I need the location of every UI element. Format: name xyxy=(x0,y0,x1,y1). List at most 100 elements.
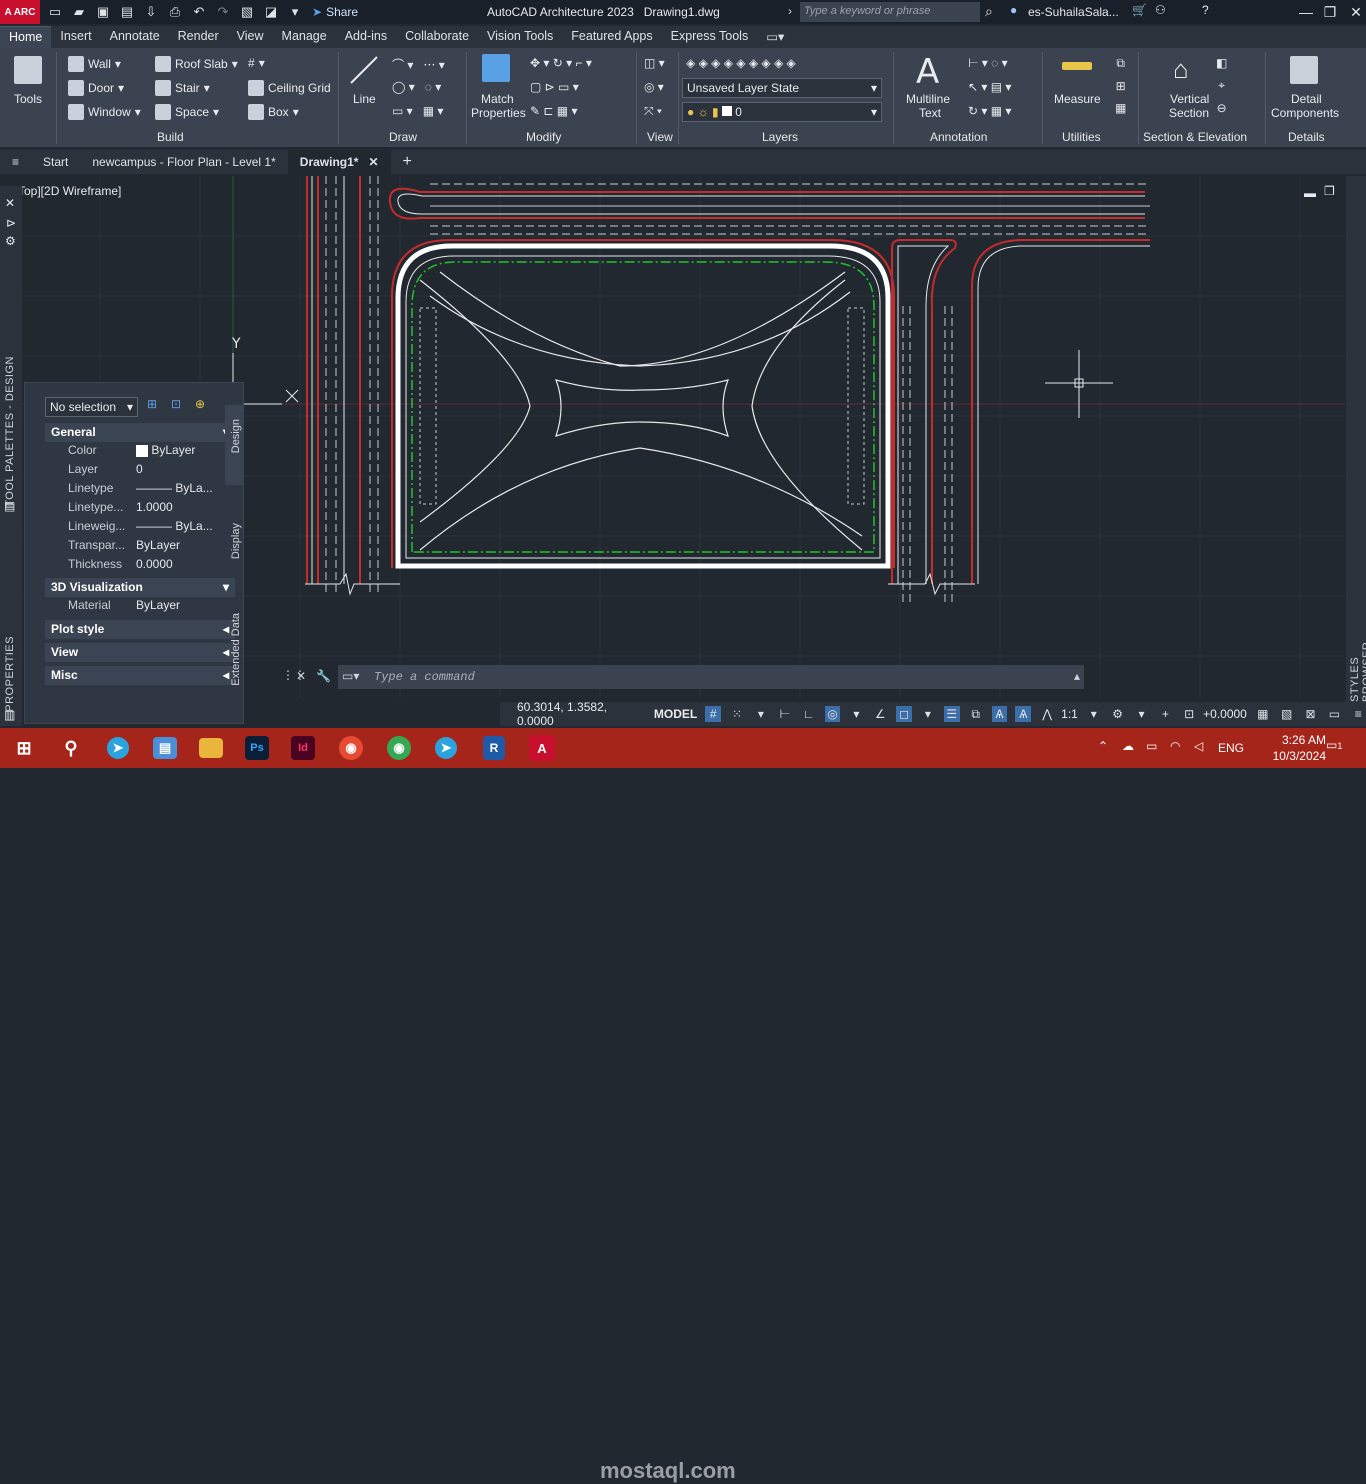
palette-icon[interactable]: ▤ xyxy=(4,499,15,513)
autodesk-connect-icon[interactable]: ⚇ xyxy=(1155,3,1166,17)
pickadd-icon[interactable]: ⊕ xyxy=(195,397,205,411)
autocad-icon[interactable]: A xyxy=(529,735,555,761)
line-button[interactable]: Line xyxy=(353,92,376,106)
utility-icons[interactable]: ⧉ ⊞ ▦ xyxy=(1115,56,1126,115)
autohide-icon[interactable]: ⊳ xyxy=(6,216,16,230)
search-icon[interactable]: ⌕ xyxy=(985,3,993,20)
tab-collaborate[interactable]: Collaborate xyxy=(396,26,478,48)
command-settings-icon[interactable]: 🔧 xyxy=(316,669,331,683)
notification-icon[interactable]: ▭1 xyxy=(1326,738,1342,752)
measure-button[interactable]: Measure xyxy=(1054,92,1101,106)
qat-dropdown-icon[interactable]: ▾ xyxy=(286,3,304,21)
wifi-icon[interactable]: ◠ xyxy=(1170,739,1180,753)
styles-browser-label[interactable]: STYLES BROWSER xyxy=(1349,604,1366,702)
indesign-icon[interactable]: Id xyxy=(291,736,315,760)
onedrive-icon[interactable]: ☁ xyxy=(1122,739,1134,753)
open-folder-icon[interactable]: ▰ xyxy=(70,3,88,21)
scale-dropdown-icon[interactable]: ▾ xyxy=(1086,706,1102,722)
osnap-icon[interactable]: ◻ xyxy=(896,706,912,722)
tab-render[interactable]: Render xyxy=(169,26,228,48)
language-indicator[interactable]: ENG xyxy=(1218,741,1244,755)
leader-icon[interactable]: ↖ ▾ ▤ ▾ xyxy=(968,80,1011,94)
telegram-icon[interactable]: ➤ xyxy=(435,737,457,759)
close-icon[interactable]: ✕ xyxy=(5,196,15,210)
section-misc[interactable]: Misc ◂ xyxy=(45,666,235,685)
user-name[interactable]: es-SuhailaSala... xyxy=(1028,5,1119,19)
match-properties-button[interactable]: Match xyxy=(481,92,514,106)
snap-icon[interactable]: ⁙ xyxy=(729,706,745,722)
selection-cycling-icon[interactable]: ⧉ xyxy=(968,706,984,722)
windows-start-icon[interactable]: ⊞ xyxy=(8,732,40,764)
select-icon[interactable]: ⧉ xyxy=(1116,56,1125,71)
prop-row-color[interactable]: Color ByLayer xyxy=(45,443,235,462)
chrome-profile-icon[interactable]: ◉ xyxy=(339,736,363,760)
line-icon[interactable] xyxy=(348,54,380,86)
command-close-icon[interactable]: ✕ xyxy=(296,669,306,683)
app-logo[interactable]: A ARC xyxy=(0,0,40,24)
new-file-icon[interactable]: ▭ xyxy=(46,3,64,21)
settings-icon[interactable]: ⚙ xyxy=(5,234,16,248)
lineweight-icon[interactable]: ☰ xyxy=(943,706,960,722)
tab-featured-apps[interactable]: Featured Apps xyxy=(562,26,661,48)
cart-icon[interactable]: 🛒 xyxy=(1132,3,1147,17)
erase-icon[interactable]: ✎ ⊏ ▦ ▾ xyxy=(530,104,577,118)
current-layer-dropdown[interactable]: ● ☼ ▮ 0 ▾ xyxy=(682,102,882,122)
measure-icon[interactable] xyxy=(1062,62,1092,70)
box-button[interactable]: Box ▾ xyxy=(248,104,299,120)
undo-icon[interactable]: ↶ xyxy=(190,3,208,21)
selection-dropdown[interactable]: No selection ▾ xyxy=(45,397,138,417)
prop-row-layer[interactable]: Layer 0 xyxy=(45,462,235,481)
isolate-icon[interactable]: ▦ xyxy=(1255,706,1271,722)
explorer-icon[interactable]: ▤ xyxy=(153,737,177,759)
folder-icon[interactable] xyxy=(199,738,223,758)
volume-icon[interactable]: ◁ xyxy=(1194,739,1203,753)
battery-icon[interactable]: ▭ xyxy=(1146,739,1157,753)
prop-row-linetype[interactable]: Linetype ——— ByLa... xyxy=(45,481,235,500)
properties-label[interactable]: PROPERTIES xyxy=(4,636,16,712)
move-icon[interactable]: ✥ ▾ ↻ ▾ ⌐ ▾ xyxy=(530,56,592,70)
tools-icon[interactable] xyxy=(14,56,42,84)
quick-select-icon[interactable]: ⊞ xyxy=(147,397,157,411)
multiline-text-label-2[interactable]: Text xyxy=(919,106,941,120)
clean-screen-icon[interactable]: ⊠ xyxy=(1303,706,1319,722)
chrome-icon[interactable]: ◉ xyxy=(387,736,411,760)
tab-express-tools[interactable]: Express Tools xyxy=(662,26,758,48)
elevation-offset-icon[interactable]: ⊡ xyxy=(1181,706,1197,722)
circle-icon[interactable]: ◯ ▾ ◌ ▾ xyxy=(392,80,441,94)
ortho-icon[interactable]: ∟ xyxy=(801,706,817,722)
annotation-visibility-icon[interactable]: Ѧ xyxy=(991,706,1008,722)
workspace-icon[interactable]: ▧ xyxy=(238,3,256,21)
osnap-dropdown-icon[interactable]: ▾ xyxy=(920,706,936,722)
match-properties-icon[interactable] xyxy=(482,54,510,82)
polar-dropdown-icon[interactable]: ▾ xyxy=(848,706,864,722)
snap-dropdown-icon[interactable]: ▾ xyxy=(753,706,769,722)
multiline-text-icon[interactable]: A xyxy=(916,52,939,92)
import-icon[interactable]: ⇩ xyxy=(142,3,160,21)
tool-palettes-label[interactable]: TOOL PALETTES - DESIGN xyxy=(4,356,16,507)
wall-button[interactable]: Wall ▾ xyxy=(68,56,121,72)
tab-insert[interactable]: Insert xyxy=(51,26,100,48)
photoshop-icon[interactable]: Ps xyxy=(245,736,269,760)
tab-newcampus[interactable]: newcampus - Floor Plan - Level 1* xyxy=(80,150,287,174)
workspace-gear-icon[interactable]: ⚙ xyxy=(1110,706,1126,722)
model-space-button[interactable]: MODEL xyxy=(654,707,697,721)
save-as-icon[interactable]: ▤ xyxy=(118,3,136,21)
dimension-icon[interactable]: ⊢ ▾ ◌ ▾ xyxy=(968,56,1008,70)
viewport-minimize-icon[interactable]: ▬ xyxy=(1304,186,1316,200)
tab-view[interactable]: View xyxy=(228,26,273,48)
roof-slab-button[interactable]: Roof Slab ▾ xyxy=(155,56,238,72)
section-3d-visualization[interactable]: 3D Visualization ▾ xyxy=(45,578,235,597)
tab-extended-data[interactable]: Extended Data xyxy=(230,613,242,686)
tab-home[interactable]: Home xyxy=(0,26,52,48)
prop-row-lineweight[interactable]: Lineweig... ——— ByLa... xyxy=(45,519,235,538)
tab-display[interactable]: Display xyxy=(230,523,242,559)
menu-icon[interactable]: ≡ xyxy=(0,150,31,174)
search-expand-icon[interactable]: › xyxy=(788,4,792,18)
layer-tools-icons[interactable]: ◈ ◈ ◈ ◈ ◈ ◈ ◈ ◈ ◈ xyxy=(686,56,796,70)
polyline-icon[interactable]: ⌒ ▾ ⋯ ▾ xyxy=(392,56,445,73)
view-zoom-icon[interactable]: ⤧ ▾ xyxy=(644,104,662,119)
vertical-section-label-2[interactable]: Section xyxy=(1169,106,1209,120)
table-icon[interactable]: ↻ ▾ ▦ ▾ xyxy=(968,104,1011,118)
view-cube-icon[interactable]: ◫ ▾ xyxy=(644,56,665,70)
workspace-dropdown-icon[interactable]: ▾ xyxy=(1134,706,1150,722)
